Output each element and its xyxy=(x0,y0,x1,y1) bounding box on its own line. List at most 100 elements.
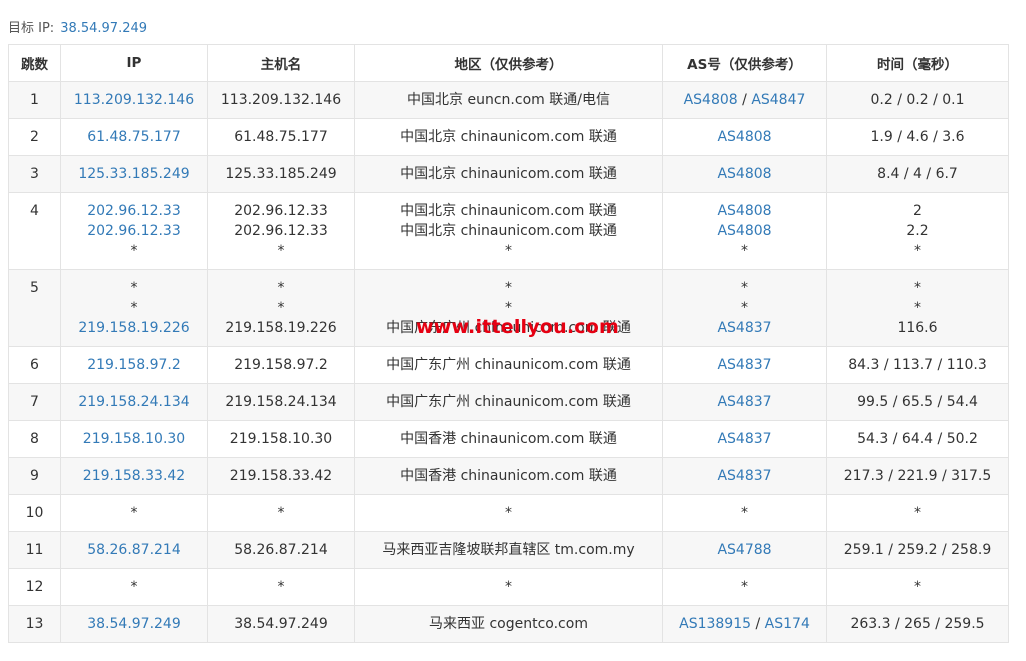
region: 马来西亚 cogentco.com xyxy=(429,616,588,632)
as-link[interactable]: AS4847 xyxy=(751,92,805,108)
latency-cell: * xyxy=(826,568,1009,606)
hostname: 219.158.19.226 xyxy=(225,320,337,336)
target-ip-label: 目标 IP: xyxy=(8,21,55,36)
latency: 99.5 / 65.5 / 54.4 xyxy=(857,394,978,410)
as-link[interactable]: AS4788 xyxy=(717,542,771,558)
as-link[interactable]: AS4837 xyxy=(717,357,771,373)
ip-link-cell: * xyxy=(60,568,208,606)
region-cell: 中国广东广州 chinaunicom.com 联通 xyxy=(354,346,663,384)
latency-cell: 84.3 / 113.7 / 110.3 xyxy=(826,346,1009,384)
table-row: 8 219.158.10.30 219.158.10.30 中国香港 chinauni… xyxy=(8,420,1009,458)
hop-cell: 1 xyxy=(8,81,61,119)
table-row: 4 202.96.12.33 202.96.12.33 * 202.96.12.33 20… xyxy=(8,192,1009,270)
ip-link: * xyxy=(130,579,138,595)
ip-link[interactable]: 202.96.12.33 xyxy=(87,203,181,219)
table-row: 10 * * * * * xyxy=(8,494,1009,532)
hostname-cell: 219.158.33.42 xyxy=(207,457,355,495)
ip-link[interactable]: 219.158.33.42 xyxy=(83,468,185,484)
header-hop: 跳数 xyxy=(8,44,61,82)
as-link[interactable]: AS4808 xyxy=(684,92,738,108)
table-row: 2 61.48.75.177 61.48.75.177 中国北京 chinaunico… xyxy=(8,118,1009,156)
table-header-row: 跳数 IP 主机名 地区（仅供参考） AS号（仅供参考） 时间（毫秒） xyxy=(8,44,1009,82)
ip-link-cell: 219.158.97.2 xyxy=(60,346,208,384)
as-link[interactable]: AS4808 xyxy=(717,203,771,219)
latency-cell: 263.3 / 265 / 259.5 xyxy=(826,605,1009,643)
as-cell: * xyxy=(662,494,827,532)
region-cell: 中国北京 euncn.com 联通/电信 xyxy=(354,81,663,119)
hostname: 202.96.12.33 xyxy=(234,203,328,219)
latency: 8.4 / 4 / 6.7 xyxy=(877,166,958,182)
ip-link[interactable]: 202.96.12.33 xyxy=(87,223,181,239)
header-region: 地区（仅供参考） xyxy=(354,44,663,82)
hostname-cell: 61.48.75.177 xyxy=(207,118,355,156)
region-cell: 中国香港 chinaunicom.com 联通 xyxy=(354,420,663,458)
ip-link: * xyxy=(130,505,138,521)
table-row: 11 58.26.87.214 58.26.87.214 马来西亚吉隆坡联邦直辖区 t… xyxy=(8,531,1009,569)
hostname-cell: * xyxy=(207,568,355,606)
latency: 1.9 / 4.6 / 3.6 xyxy=(870,129,965,145)
as-link[interactable]: AS4837 xyxy=(717,468,771,484)
region: 中国广东广州 chinaunicom.com 联通 xyxy=(386,357,631,373)
hostname: 219.158.97.2 xyxy=(234,357,328,373)
ip-link[interactable]: 38.54.97.249 xyxy=(87,616,181,632)
ip-link[interactable]: 125.33.185.249 xyxy=(78,166,189,182)
ip-link[interactable]: 219.158.19.226 xyxy=(78,320,189,336)
region-cell: * xyxy=(354,494,663,532)
ip-link: * xyxy=(130,243,138,259)
target-ip-value[interactable]: 38.54.97.249 xyxy=(60,21,147,36)
latency: 84.3 / 113.7 / 110.3 xyxy=(848,357,987,373)
ip-link-cell: 61.48.75.177 xyxy=(60,118,208,156)
region: * xyxy=(505,280,512,296)
latency: 116.6 xyxy=(897,320,938,336)
hostname: 125.33.185.249 xyxy=(225,166,337,182)
hostname: * xyxy=(277,300,285,316)
ip-link[interactable]: 113.209.132.146 xyxy=(74,92,194,108)
as-link[interactable]: AS174 xyxy=(765,616,810,632)
hostname-cell: 219.158.97.2 xyxy=(207,346,355,384)
ip-link[interactable]: 219.158.97.2 xyxy=(87,357,181,373)
region-cell: 马来西亚 cogentco.com xyxy=(354,605,663,643)
region: 中国北京 chinaunicom.com 联通 xyxy=(400,203,617,219)
header-hostname: 主机名 xyxy=(207,44,355,82)
as-separator: / xyxy=(737,92,752,108)
latency: * xyxy=(914,505,921,521)
as-link[interactable]: AS4808 xyxy=(717,223,771,239)
region-cell: 马来西亚吉隆坡联邦直辖区 tm.com.my xyxy=(354,531,663,569)
as-link[interactable]: AS4808 xyxy=(717,129,771,145)
ip-link-cell: 202.96.12.33 202.96.12.33 * xyxy=(60,192,208,270)
as-cell: AS4788 xyxy=(662,531,827,569)
latency-cell: 8.4 / 4 / 6.7 xyxy=(826,155,1009,193)
as-link[interactable]: AS4808 xyxy=(717,166,771,182)
as-link[interactable]: AS4837 xyxy=(717,320,771,336)
as-cell: AS4837 xyxy=(662,420,827,458)
header-ip: IP xyxy=(60,44,208,82)
ip-link[interactable]: 219.158.10.30 xyxy=(83,431,185,447)
hostname-cell: 113.209.132.146 xyxy=(207,81,355,119)
watermark: www.ittellyou.com xyxy=(416,316,619,338)
as-link[interactable]: AS138915 xyxy=(679,616,751,632)
latency: * xyxy=(914,300,921,316)
as-cell: * xyxy=(662,568,827,606)
as-cell: AS4808 xyxy=(662,155,827,193)
ip-link[interactable]: 58.26.87.214 xyxy=(87,542,181,558)
as-separator: / xyxy=(751,616,765,632)
region: 中国北京 chinaunicom.com 联通 xyxy=(400,166,617,182)
region: 中国北京 chinaunicom.com 联通 xyxy=(400,223,617,239)
as-cell: * * AS4837 xyxy=(662,269,827,347)
region: 中国北京 euncn.com 联通/电信 xyxy=(407,92,610,108)
hop-number: 4 xyxy=(30,203,39,219)
hostname-cell: 38.54.97.249 xyxy=(207,605,355,643)
as-cell: AS4837 xyxy=(662,383,827,421)
as-link[interactable]: AS4837 xyxy=(717,394,771,410)
ip-link[interactable]: 219.158.24.134 xyxy=(78,394,189,410)
as-cell: AS4837 xyxy=(662,346,827,384)
region: * xyxy=(505,579,512,595)
latency-cell: 54.3 / 64.4 / 50.2 xyxy=(826,420,1009,458)
ip-link[interactable]: 61.48.75.177 xyxy=(87,129,181,145)
hostname: * xyxy=(277,579,285,595)
as-link: * xyxy=(741,579,748,595)
as-cell: AS4808 / AS4847 xyxy=(662,81,827,119)
latency-cell: 99.5 / 65.5 / 54.4 xyxy=(826,383,1009,421)
as-link[interactable]: AS4837 xyxy=(717,431,771,447)
region-cell: 中国北京 chinaunicom.com 联通 中国北京 chinaunicom.… xyxy=(354,192,663,270)
